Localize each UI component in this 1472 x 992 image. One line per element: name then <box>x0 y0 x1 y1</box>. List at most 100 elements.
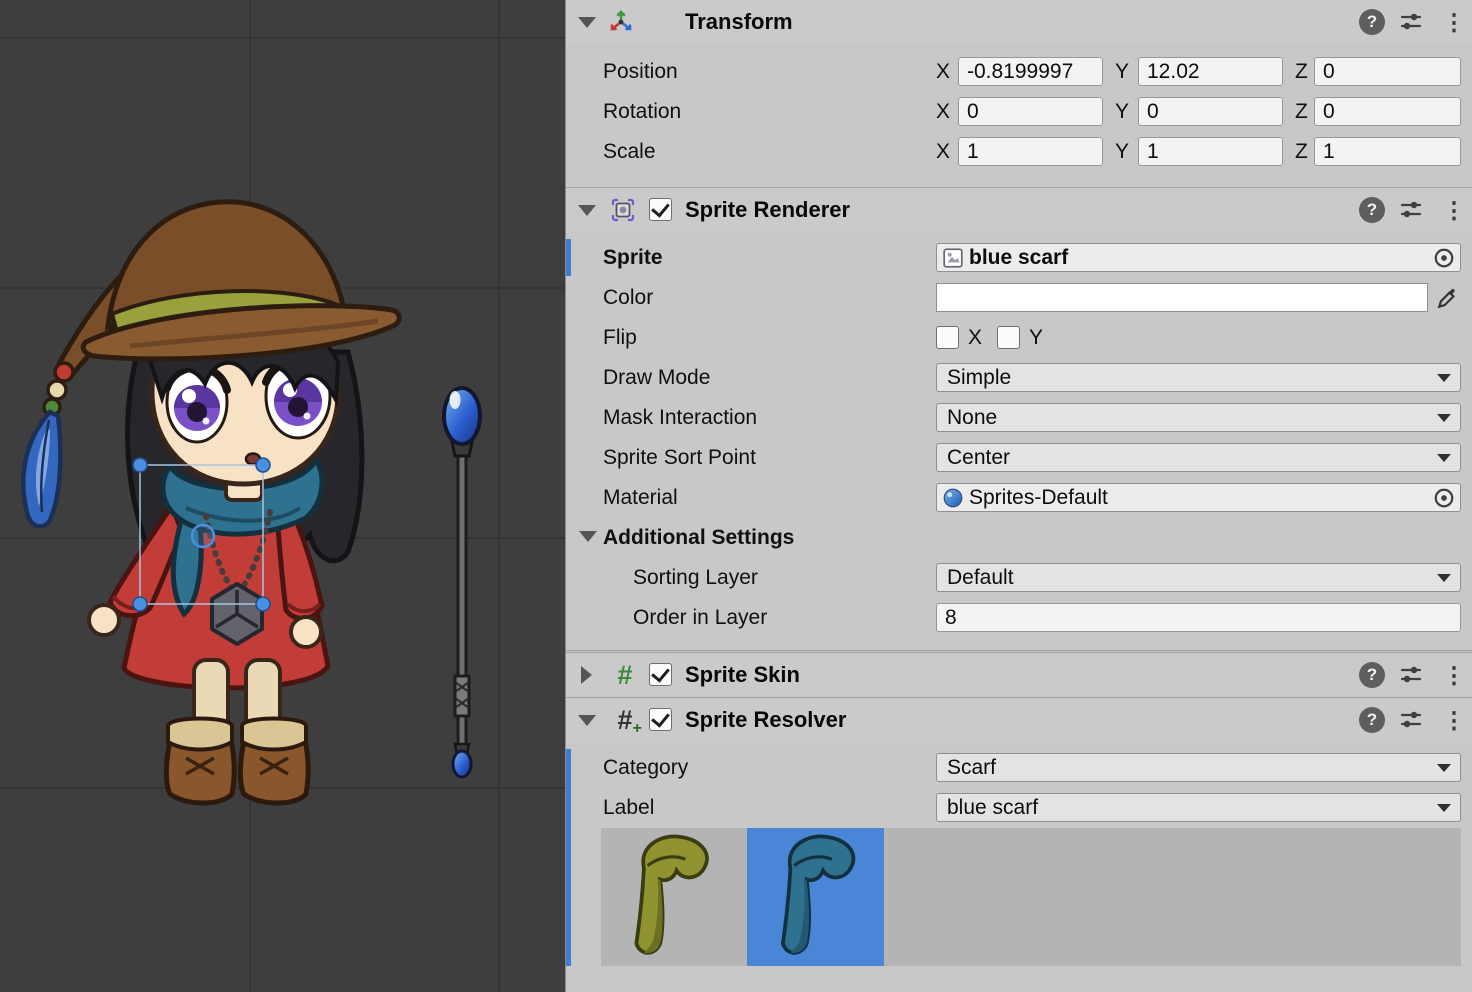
rotation-z-field[interactable]: 0 <box>1314 97 1461 126</box>
object-picker-icon[interactable] <box>1433 487 1455 509</box>
material-value: Sprites-Default <box>969 484 1108 511</box>
selection-handle-bottom-right[interactable] <box>256 597 270 611</box>
sorting-layer-dropdown[interactable]: Default <box>936 563 1461 592</box>
help-icon[interactable]: ? <box>1359 662 1385 688</box>
material-sphere-icon <box>942 487 964 509</box>
draw-mode-dropdown[interactable]: Simple <box>936 363 1461 392</box>
scene-view[interactable] <box>0 0 565 992</box>
material-object-field[interactable]: Sprites-Default <box>936 483 1461 512</box>
label-dropdown[interactable]: blue scarf <box>936 793 1461 822</box>
chevron-down-icon <box>1437 454 1451 462</box>
position-label: Position <box>603 57 678 86</box>
selection-handle-top-right[interactable] <box>256 458 270 472</box>
position-z-field[interactable]: 0 <box>1314 57 1461 86</box>
sprite-object-field[interactable]: blue scarf <box>936 243 1461 272</box>
scale-z-field[interactable]: 1 <box>1314 137 1461 166</box>
rotation-y-field[interactable]: 0 <box>1138 97 1283 126</box>
order-in-layer-field[interactable]: 8 <box>936 603 1461 632</box>
axis-x-label: X <box>936 97 950 126</box>
axis-x-label: X <box>936 57 950 86</box>
sorting-layer-label: Sorting Layer <box>633 563 758 592</box>
selection-handle-bottom-left[interactable] <box>133 597 147 611</box>
plus-badge-icon: + <box>633 721 642 737</box>
presets-icon[interactable] <box>1398 9 1424 35</box>
sprite-skin-header[interactable]: # Sprite Skin ? ⋮ <box>566 652 1472 697</box>
blue-scarf-image <box>747 828 884 966</box>
sprite-renderer-title: Sprite Renderer <box>685 188 850 232</box>
scale-x-field[interactable]: 1 <box>958 137 1103 166</box>
chevron-down-icon <box>1437 414 1451 422</box>
object-picker-icon[interactable] <box>1433 247 1455 269</box>
sprite-skin-script-icon: # <box>612 661 638 689</box>
sprite-sort-point-dropdown[interactable]: Center <box>936 443 1461 472</box>
sprite-thumbnail-blue-scarf[interactable] <box>747 828 884 966</box>
transform-foldout-icon[interactable] <box>578 17 596 28</box>
flip-x-label: X <box>968 323 982 352</box>
position-y-field[interactable]: 12.02 <box>1138 57 1283 86</box>
help-icon[interactable]: ? <box>1359 9 1385 35</box>
prefab-override-bar <box>566 239 571 276</box>
color-swatch[interactable] <box>936 283 1428 312</box>
selection-handle-top-left[interactable] <box>133 458 147 472</box>
help-icon[interactable]: ? <box>1359 197 1385 223</box>
additional-settings-label: Additional Settings <box>603 523 794 552</box>
sprite-renderer-foldout-icon[interactable] <box>578 205 596 216</box>
kebab-menu-icon[interactable]: ⋮ <box>1441 9 1467 35</box>
sprite-resolver-header[interactable]: # + Sprite Resolver ? ⋮ <box>566 697 1472 742</box>
presets-icon[interactable] <box>1398 707 1424 733</box>
sprite-sort-point-value: Center <box>947 444 1010 471</box>
sprite-renderer-enabled-checkbox[interactable] <box>649 198 672 221</box>
color-label: Color <box>603 283 653 312</box>
order-in-layer-label: Order in Layer <box>633 603 767 632</box>
category-dropdown[interactable]: Scarf <box>936 753 1461 782</box>
help-icon[interactable]: ? <box>1359 707 1385 733</box>
sprite-skin-foldout-icon[interactable] <box>581 666 592 684</box>
sprite-label: Sprite <box>603 243 663 272</box>
hat-bead-cream <box>48 381 66 399</box>
transform-title: Transform <box>685 0 793 44</box>
scale-y-field[interactable]: 1 <box>1138 137 1283 166</box>
sprite-resolver-foldout-icon[interactable] <box>578 715 596 726</box>
draw-mode-value: Simple <box>947 364 1011 391</box>
sprite-resolver-enabled-checkbox[interactable] <box>649 708 672 731</box>
sprite-renderer-header[interactable]: Sprite Renderer ? ⋮ <box>566 187 1472 232</box>
rotation-x-field[interactable]: 0 <box>958 97 1103 126</box>
sprite-skin-enabled-checkbox[interactable] <box>649 663 672 686</box>
category-value: Scarf <box>947 754 996 781</box>
section-separator <box>566 650 1472 651</box>
eyedropper-icon[interactable] <box>1436 286 1460 310</box>
axis-y-label: Y <box>1115 97 1129 126</box>
axis-y-label: Y <box>1115 57 1129 86</box>
flip-label: Flip <box>603 323 637 352</box>
mask-interaction-dropdown[interactable]: None <box>936 403 1461 432</box>
additional-settings-foldout-icon[interactable] <box>579 531 597 542</box>
transform-header[interactable]: Transform ? ⋮ <box>566 0 1472 44</box>
character-sprite <box>23 202 399 803</box>
axis-z-label: Z <box>1295 137 1308 166</box>
flip-y-label: Y <box>1029 323 1043 352</box>
mask-interaction-value: None <box>947 404 997 431</box>
position-x-field[interactable]: -0.8199997 <box>958 57 1103 86</box>
draw-mode-label: Draw Mode <box>603 363 710 392</box>
sprite-variant-strip <box>601 828 1461 966</box>
sprite-resolver-title: Sprite Resolver <box>685 698 846 742</box>
chevron-down-icon <box>1437 804 1451 812</box>
kebab-menu-icon[interactable]: ⋮ <box>1441 197 1467 223</box>
presets-icon[interactable] <box>1398 662 1424 688</box>
pivot-handle[interactable] <box>192 525 214 547</box>
staff-orb <box>444 388 480 444</box>
scale-label: Scale <box>603 137 656 166</box>
flip-x-checkbox[interactable] <box>936 326 959 349</box>
kebab-menu-icon[interactable]: ⋮ <box>1441 707 1467 733</box>
sprite-skin-title: Sprite Skin <box>685 653 800 697</box>
presets-icon[interactable] <box>1398 197 1424 223</box>
rotation-label: Rotation <box>603 97 681 126</box>
hat-bead-red <box>55 363 73 381</box>
chevron-down-icon <box>1437 764 1451 772</box>
flip-y-checkbox[interactable] <box>997 326 1020 349</box>
unity-editor-window: Transform ? ⋮ Position X -0.8199997 Y 12… <box>0 0 1472 992</box>
scene-canvas <box>0 0 565 992</box>
axis-z-label: Z <box>1295 57 1308 86</box>
sprite-thumbnail-green-scarf[interactable] <box>601 828 737 966</box>
kebab-menu-icon[interactable]: ⋮ <box>1441 662 1467 688</box>
